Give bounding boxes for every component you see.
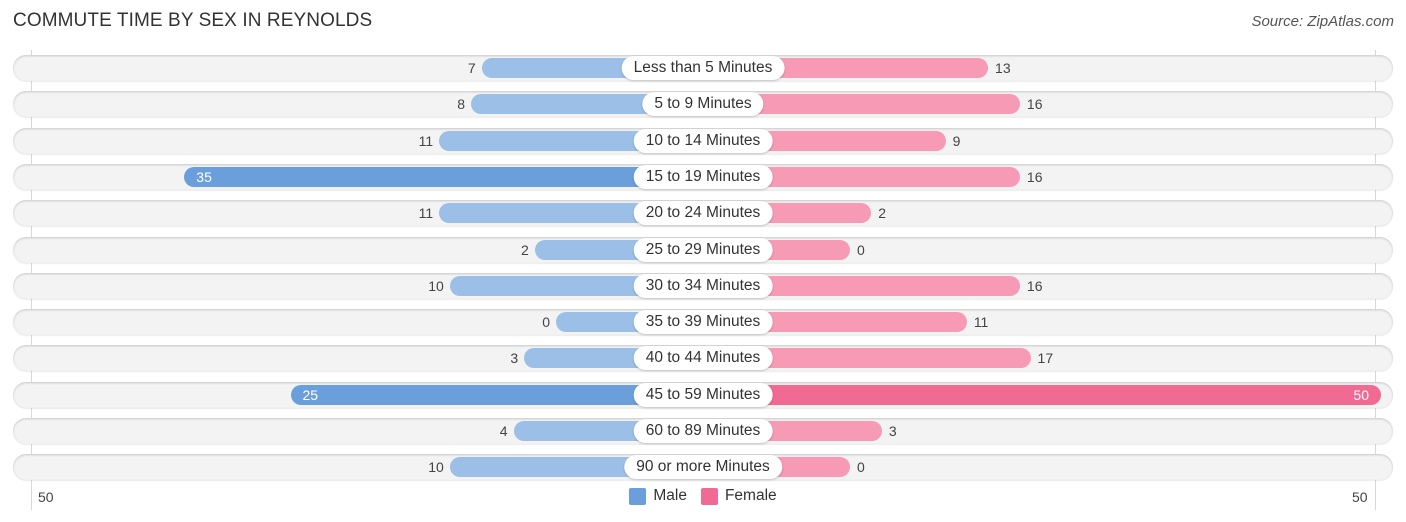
value-label-female: 17 bbox=[1037, 350, 1054, 367]
value-label-male: 10 bbox=[428, 277, 444, 294]
category-label: 10 to 14 Minutes bbox=[633, 128, 773, 153]
legend-swatch-male bbox=[629, 487, 647, 505]
category-label: 15 to 19 Minutes bbox=[633, 164, 773, 189]
legend-item-male: Male bbox=[629, 487, 687, 505]
category-label: 90 or more Minutes bbox=[624, 455, 782, 480]
category-label: 30 to 34 Minutes bbox=[633, 273, 773, 298]
legend-swatch-female bbox=[700, 487, 718, 505]
legend-label-male: Male bbox=[653, 487, 687, 504]
value-label-female: 16 bbox=[1026, 277, 1043, 294]
category-label: 45 to 59 Minutes bbox=[633, 382, 773, 407]
value-label-male: 10 bbox=[428, 459, 444, 476]
category-label: 20 to 24 Minutes bbox=[633, 201, 773, 226]
value-label-male: 3 bbox=[510, 350, 519, 367]
category-label: 25 to 29 Minutes bbox=[633, 237, 773, 262]
value-label-female: 2 bbox=[878, 205, 887, 222]
bar-female[interactable] bbox=[703, 384, 1381, 405]
category-label: 35 to 39 Minutes bbox=[633, 310, 773, 335]
chart-area: 7 13 Less than 5 Minutes 8 16 5 to 9 Minutes 1… bbox=[0, 0, 1406, 522]
value-label-female: 13 bbox=[995, 60, 1011, 76]
value-label-female: 0 bbox=[857, 459, 865, 476]
value-label-female: 11 bbox=[973, 314, 989, 331]
value-label-male: 7 bbox=[467, 60, 476, 76]
category-label: 60 to 89 Minutes bbox=[633, 419, 773, 443]
value-label-male: 8 bbox=[457, 96, 466, 113]
legend-item-female: Female bbox=[700, 487, 777, 505]
legend-label-female: Female bbox=[724, 487, 777, 504]
value-label-female: 3 bbox=[888, 423, 897, 439]
value-label-male: 25 bbox=[302, 386, 319, 403]
bar-male[interactable] bbox=[184, 166, 703, 187]
value-label-male: 11 bbox=[418, 132, 434, 149]
value-label-female: 9 bbox=[952, 132, 961, 149]
value-label-male: 11 bbox=[418, 205, 434, 222]
value-label-male: 0 bbox=[542, 314, 550, 331]
value-label-male: 35 bbox=[196, 168, 212, 185]
value-label-female: 16 bbox=[1026, 168, 1043, 185]
category-label: 40 to 44 Minutes bbox=[633, 346, 773, 371]
category-label: Less than 5 Minutes bbox=[621, 56, 785, 80]
value-label-male: 4 bbox=[499, 423, 508, 439]
value-label-female: 0 bbox=[857, 241, 865, 258]
category-label: 5 to 9 Minutes bbox=[642, 92, 764, 117]
legend: Male Female bbox=[0, 487, 1406, 505]
value-label-female: 50 bbox=[1353, 386, 1369, 403]
value-label-female: 16 bbox=[1026, 96, 1043, 113]
value-label-male: 2 bbox=[520, 241, 529, 258]
